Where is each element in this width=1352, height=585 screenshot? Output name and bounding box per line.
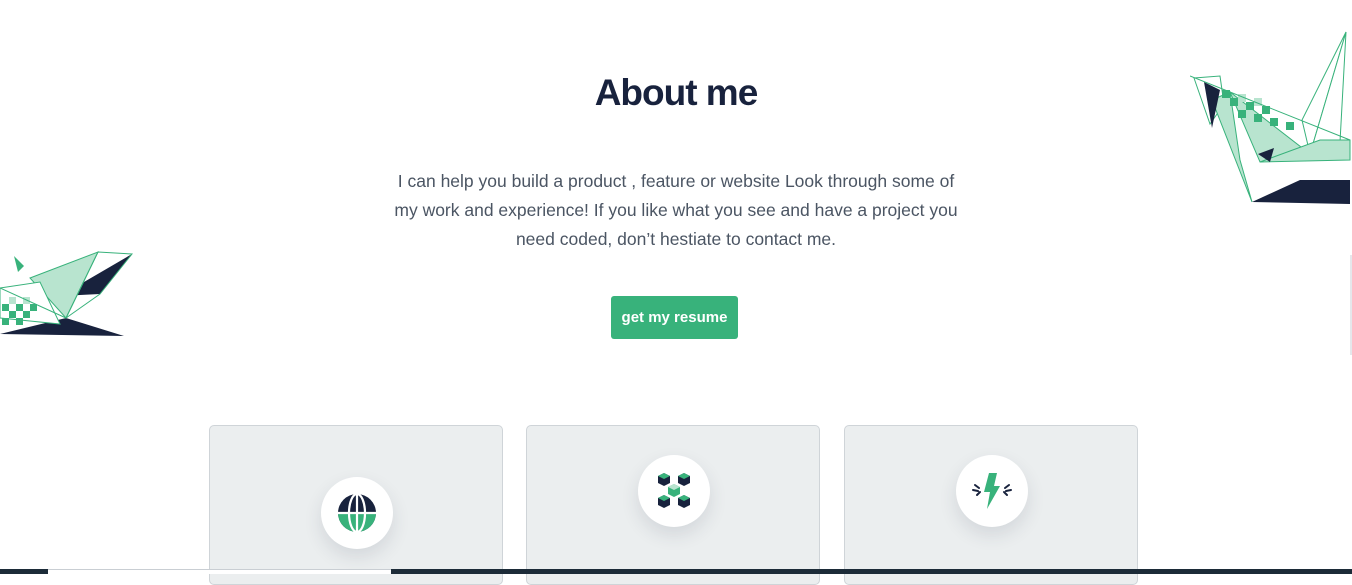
cubes-icon-badge bbox=[638, 455, 710, 527]
service-card-3 bbox=[844, 425, 1138, 585]
globe-icon-badge bbox=[321, 477, 393, 549]
get-resume-button[interactable]: get my resume bbox=[611, 296, 738, 339]
lightning-icon bbox=[972, 473, 1012, 509]
section-title: About me bbox=[594, 72, 759, 113]
lightning-icon-badge bbox=[956, 455, 1028, 527]
origami-crane-left-illustration bbox=[0, 251, 133, 336]
footer-input-edge bbox=[48, 569, 391, 574]
service-card-1 bbox=[209, 425, 503, 585]
about-description: I can help you build a product , feature… bbox=[394, 171, 958, 249]
globe-icon bbox=[338, 492, 376, 534]
cubes-icon bbox=[658, 473, 690, 508]
origami-crane-right-illustration bbox=[1190, 31, 1351, 204]
service-card-2 bbox=[526, 425, 820, 585]
